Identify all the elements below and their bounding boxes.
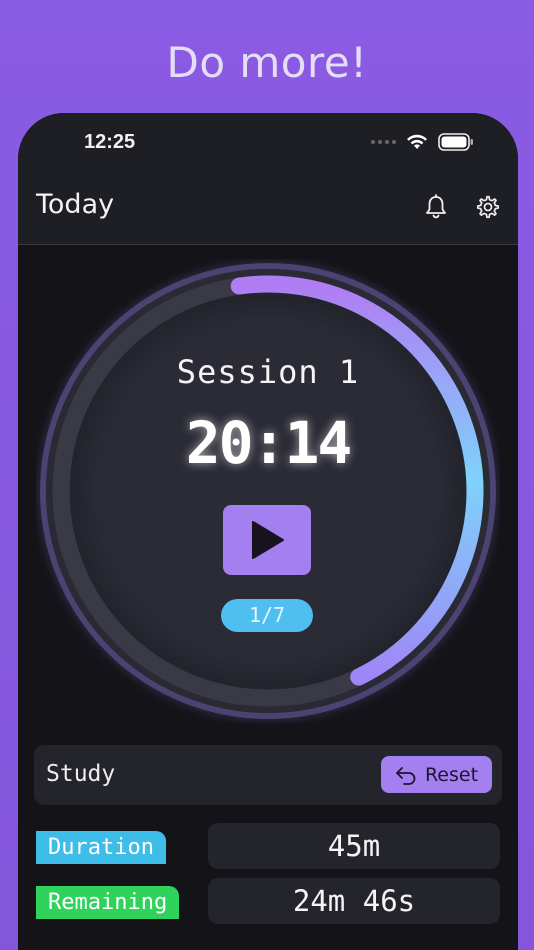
bell-icon (426, 194, 446, 219)
gear-icon (476, 195, 500, 219)
status-time: 12:25 (84, 131, 136, 153)
settings-button[interactable] (474, 193, 502, 221)
notifications-button[interactable] (422, 193, 450, 221)
remaining-value: 24m 46s (208, 878, 500, 924)
session-label: Session 1 (176, 353, 360, 391)
reset-label: Reset (424, 763, 479, 786)
status-bar: 12:25 (18, 113, 518, 173)
duration-label: Duration (36, 831, 166, 864)
stat-row-remaining: Remaining 24m 46s (34, 878, 502, 926)
task-card: Study Reset (34, 745, 502, 805)
remaining-label: Remaining (36, 886, 180, 919)
headline: Do more! (166, 38, 368, 87)
stat-row-duration: Duration 45m (34, 823, 502, 871)
page-title: Today (36, 189, 115, 220)
timer-display: 20:14 (185, 409, 353, 477)
battery-icon (438, 133, 473, 151)
undo-arrow-icon (396, 766, 416, 785)
session-counter-badge: 1/7 (221, 599, 313, 632)
wifi-icon (407, 134, 427, 149)
duration-value: 45m (208, 823, 500, 869)
progress-ring (36, 259, 500, 723)
nav-bar: Today (18, 173, 518, 245)
cellular-signal-icon (371, 140, 396, 144)
play-button[interactable] (223, 505, 311, 575)
task-label: Study (46, 761, 116, 787)
phone-frame: 12:25 Today Session 1 20:14 1/7 Study Re… (18, 113, 518, 950)
reset-button[interactable]: Reset (381, 756, 492, 793)
play-icon (252, 521, 284, 559)
status-icons (371, 133, 474, 151)
progress-ring-graphic (40, 263, 496, 719)
